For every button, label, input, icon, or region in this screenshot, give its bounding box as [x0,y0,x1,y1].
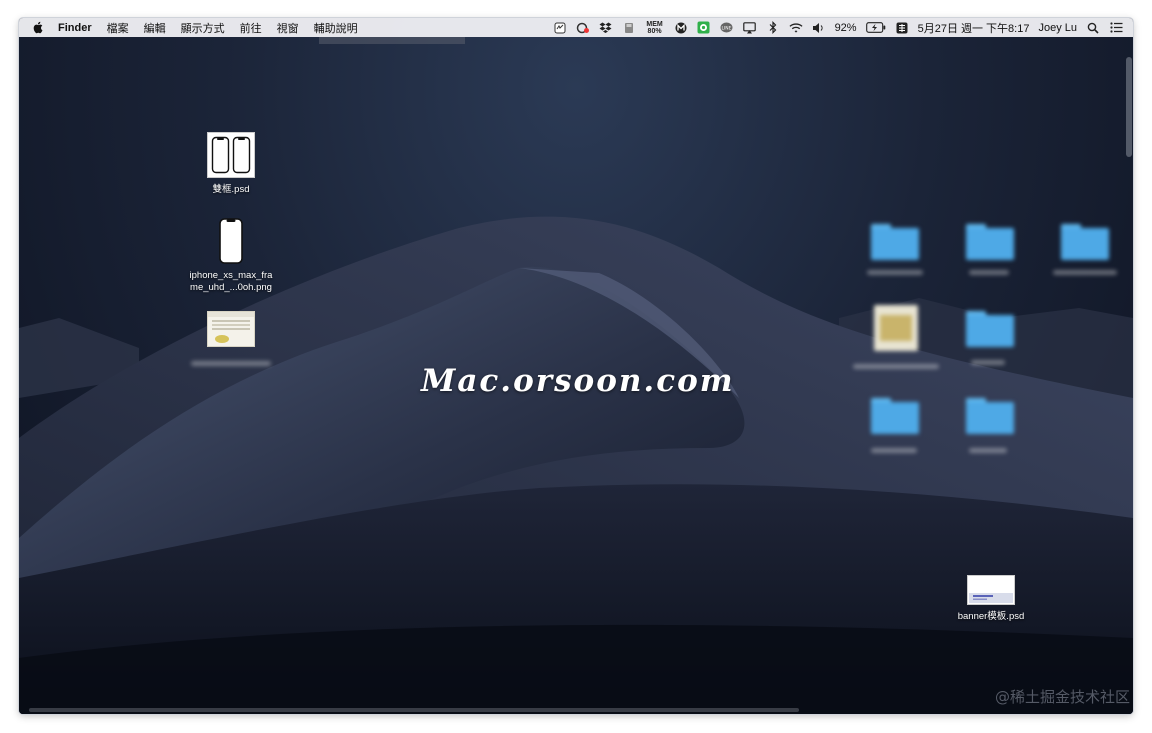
menu-file[interactable]: 檔案 [107,20,129,36]
memory-label: MEM [646,20,663,28]
folder-icon[interactable] [1061,224,1109,260]
scrollbar-thumb[interactable] [1126,57,1132,157]
file-label-line-1: iphone_xs_max_fra [189,270,273,281]
folder-icon[interactable] [871,398,919,434]
desktop-file-dual-frame-psd[interactable]: 雙框.psd [196,132,266,196]
image-thumbnail-icon [207,311,255,347]
m-circle-icon[interactable] [674,21,688,34]
menu-help[interactable]: 輔助說明 [314,20,358,36]
volume-icon[interactable] [812,21,826,34]
sd-card-icon[interactable] [622,21,636,34]
desktop-file-iphone-frame-png[interactable]: iphone_xs_max_fra me_uhd_...0oh.png [179,218,283,294]
battery-percent: 92% [834,21,857,34]
psd-thumbnail-icon [207,132,255,178]
airplay-icon[interactable] [743,21,757,34]
dropbox-icon[interactable] [599,21,613,34]
horizontal-scrollbar[interactable] [29,708,799,712]
battery-charging-icon[interactable] [865,21,886,34]
menu-finder[interactable]: Finder [58,22,92,34]
file-label: iphone_xs_max_fra me_uhd_...0oh.png [190,270,273,294]
menu-bar: Finder 檔案 編輯 顯示方式 前往 視窗 輔助說明 MEM 80% LIN… [19,18,1133,37]
bluetooth-icon[interactable] [766,21,780,34]
file-label: banner模板.psd [957,611,1025,622]
file-label: 雙框.psd [212,184,250,195]
menu-edit[interactable]: 編輯 [144,20,166,36]
menubar-clock[interactable]: 5月27日 週一 下午8:17 [918,20,1030,36]
desktop-file-banner-psd[interactable]: banner模板.psd [947,575,1035,623]
folder-icon[interactable] [966,398,1014,434]
watermark-text: Mac.orsoon.com [421,363,735,399]
menu-window[interactable]: 視窗 [277,20,299,36]
mac-screen: Finder 檔案 編輯 顯示方式 前往 視窗 輔助說明 MEM 80% LIN… [19,18,1133,714]
line-icon[interactable]: LINE [720,21,734,34]
input-method-icon[interactable] [895,21,909,34]
document-thumbnail-icon[interactable] [874,305,918,351]
evernote-icon[interactable] [697,21,711,34]
notes-icon[interactable] [553,21,567,34]
memory-value: 80% [647,27,662,35]
folder-icon[interactable] [871,224,919,260]
svg-text:LINE: LINE [722,25,732,31]
folder-icon[interactable] [966,311,1014,347]
menu-go[interactable]: 前往 [240,20,262,36]
site-watermark: @稀土掘金技术社区 [994,688,1130,706]
desktop-file-screenshot[interactable] [207,311,255,347]
file-label-line-2: me_uhd_...0oh.png [190,282,272,293]
vertical-scrollbar[interactable] [1125,37,1133,714]
wifi-icon[interactable] [789,21,803,34]
psd-thumbnail-icon [967,575,1015,605]
window-toolbar-remnant [319,37,465,44]
apple-icon[interactable] [31,21,43,34]
png-thumbnail-icon [219,218,243,264]
memory-icon[interactable]: MEM 80% [645,20,665,35]
spotlight-search-icon[interactable] [1086,21,1100,34]
user-name[interactable]: Joey Lu [1038,22,1077,34]
cloud-sync-icon[interactable] [576,21,590,34]
menu-view[interactable]: 顯示方式 [181,20,225,36]
notification-center-icon[interactable] [1109,21,1123,34]
folder-icon[interactable] [966,224,1014,260]
